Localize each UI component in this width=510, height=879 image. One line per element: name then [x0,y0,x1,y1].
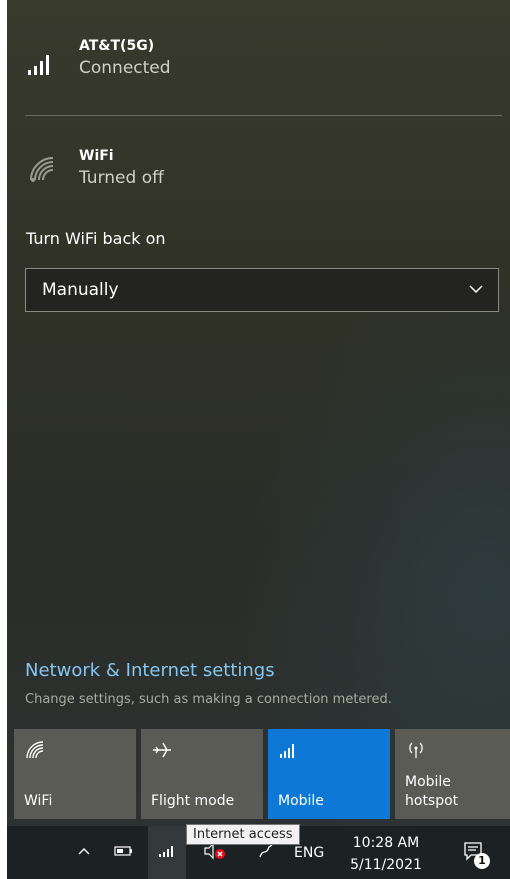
network-tray-button[interactable] [148,826,186,879]
hotspot-icon [405,739,427,761]
turn-wifi-on-dropdown[interactable]: Manually [25,268,499,312]
notification-count-badge: 1 [474,853,490,869]
quick-action-mobile-hotspot[interactable]: Mobile hotspot [395,729,510,819]
quick-action-label: Mobile [278,793,324,809]
chevron-down-icon [468,281,484,297]
cellular-network-status: Connected [79,58,171,78]
wifi-network-status: Turned off [79,168,164,188]
cellular-signal-icon [25,46,59,80]
network-item-cellular[interactable]: AT&T(5G) Connected [25,36,171,80]
quick-action-label: Flight mode [151,793,235,809]
network-flyout: AT&T(5G) Connected WiFi Turned off Turn … [7,0,510,826]
quick-action-label: Mobile hotspot [405,774,459,809]
turn-wifi-on-label: Turn WiFi back on [26,229,166,248]
quick-action-wifi[interactable]: WiFi [14,729,136,819]
clock-time: 10:28 AM [352,835,420,851]
battery-button[interactable] [107,826,141,879]
airplane-icon [151,739,173,761]
wifi-network-name: WiFi [79,148,114,164]
battery-icon [114,843,134,862]
dropdown-selected-value: Manually [42,280,119,300]
taskbar-clock[interactable]: 10:28 AM 5/11/2021 [348,832,424,876]
chevron-up-icon [77,843,91,862]
cellular-network-name: AT&T(5G) [79,38,155,54]
divider [25,115,502,116]
cellular-signal-icon [278,739,300,761]
language-indicator[interactable]: ENG [294,845,324,861]
clock-date: 5/11/2021 [350,857,422,873]
cellular-signal-icon [158,843,176,862]
action-center-button[interactable] [453,826,493,879]
quick-action-mobile[interactable]: Mobile [268,729,390,819]
quick-action-label: WiFi [24,793,53,809]
show-hidden-icons-button[interactable] [69,826,99,879]
network-item-wifi[interactable]: WiFi Turned off [25,146,164,190]
internet-access-tooltip: Internet access [186,824,300,845]
wifi-off-icon [25,152,59,186]
wifi-icon [24,739,46,761]
quick-actions: WiFi Flight mode Mobile Mobile hotspot [14,729,510,819]
network-settings-description: Change settings, such as making a connec… [25,692,392,707]
quick-action-flight-mode[interactable]: Flight mode [141,729,263,819]
network-settings-link[interactable]: Network & Internet settings [25,660,275,681]
